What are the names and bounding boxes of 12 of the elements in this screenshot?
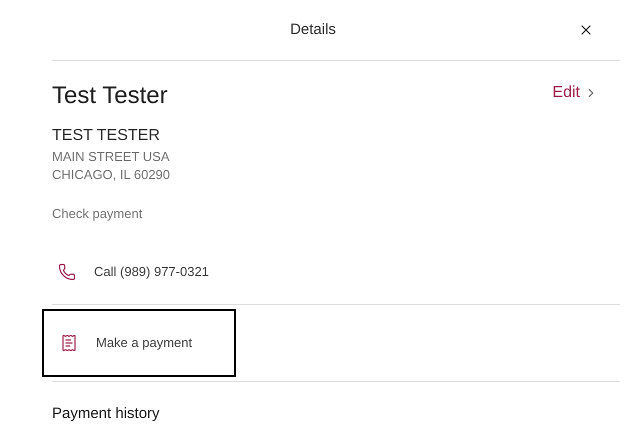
customer-name: Test Tester: [52, 81, 168, 111]
action-button[interactable]: Call (989) 977-0321: [52, 240, 209, 304]
mailing-name: TEST TESTER: [52, 126, 161, 146]
action-button[interactable]: Make a payment: [42, 308, 236, 376]
receipt-icon: [60, 334, 78, 352]
section-heading: Payment history: [52, 404, 160, 422]
phone-icon: [58, 262, 76, 280]
edit-link[interactable]: Edit: [552, 81, 598, 105]
address-line: MAIN STREET USA: [52, 148, 171, 166]
payment-method: Check payment: [52, 205, 144, 223]
address-line: CHICAGO, IL 60290: [52, 166, 172, 184]
dialog-title: Details: [290, 21, 336, 38]
